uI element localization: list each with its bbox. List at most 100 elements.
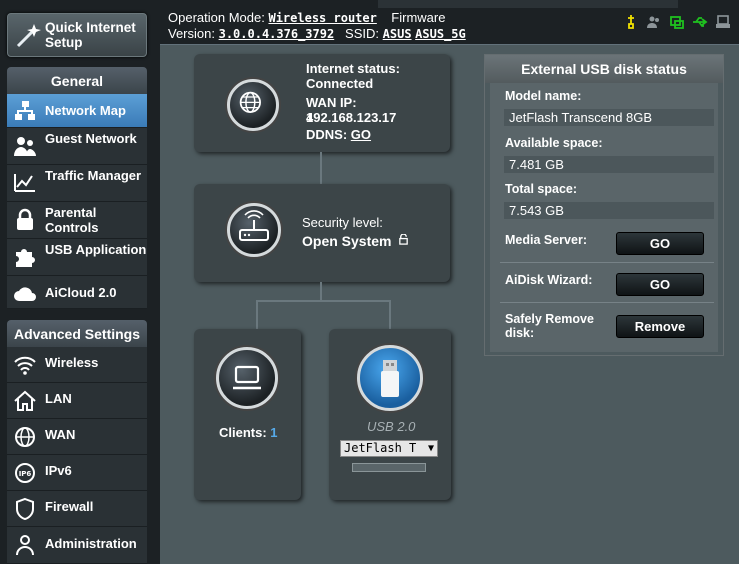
shield-icon — [16, 497, 34, 521]
sidebar-item-label: LAN — [45, 391, 72, 406]
ddns-line: DDNS: GO — [306, 127, 372, 142]
router-card[interactable]: Security level: Open System — [194, 184, 450, 282]
router-icon — [239, 210, 269, 241]
sidebar-item-wireless[interactable]: Wireless — [7, 347, 147, 383]
internet-status-value: Connected — [306, 76, 374, 91]
ipv6-icon: IP6 — [15, 463, 35, 483]
traffic-manager-icon — [14, 174, 35, 192]
internet-globe-button[interactable] — [227, 79, 279, 131]
svg-text:IP6: IP6 — [19, 470, 32, 478]
connector-line — [320, 282, 322, 301]
sidebar-item-label: Administration — [45, 536, 137, 551]
operation-mode-link[interactable]: Wireless router — [268, 11, 376, 25]
clients-line: Clients: 1 — [219, 425, 278, 440]
operation-mode-label: Operation Mode: — [168, 10, 265, 25]
wan-ip-wrap: 4 — [306, 110, 314, 125]
sidebar-item-wan[interactable]: WAN — [7, 419, 147, 455]
model-name-label: Model name: — [505, 89, 582, 103]
unlock-icon — [399, 233, 409, 245]
clients-icon[interactable] — [646, 14, 662, 30]
clients-button[interactable] — [216, 347, 278, 409]
usb-panel-body: Model name: JetFlash Transcend 8GB Avail… — [490, 83, 718, 352]
sidebar-item-parental-controls[interactable]: Parental Controls — [7, 202, 147, 239]
sidebar-item-label: AiCloud 2.0 — [45, 285, 117, 300]
sidebar-item-lan[interactable]: LAN — [7, 383, 147, 419]
media-server-go-button[interactable]: GO — [616, 232, 704, 255]
chevron-down-icon: ▼ — [427, 443, 434, 454]
usb-select-value: JetFlash T — [344, 441, 417, 455]
version-label: Version: — [168, 26, 215, 41]
firmware-version-link[interactable]: 3.0.0.4.376_3792 — [219, 27, 335, 41]
internet-status-card[interactable]: Internet status: Connected WAN IP: 192.1… — [194, 54, 450, 152]
divider — [500, 262, 714, 263]
router-admin-page: Quick Internet Setup General Network Map… — [0, 0, 739, 564]
sidebar-item-traffic-manager[interactable]: Traffic Manager — [7, 165, 147, 202]
globe-icon — [239, 91, 261, 113]
lock-icon — [17, 208, 33, 230]
clients-card[interactable]: Clients: 1 — [194, 329, 301, 500]
person-icon — [16, 535, 34, 556]
usb-device-card[interactable]: USB 2.0 — [329, 329, 451, 500]
sidebar-item-label: WAN — [45, 427, 76, 442]
status-icons — [623, 14, 731, 32]
connector-line — [389, 300, 391, 330]
sidebar-item-label: Guest Network — [45, 131, 137, 146]
sidebar-item-label: Parental Controls — [45, 205, 99, 235]
wan-ip-line: WAN IP: 192.168.123.17 — [306, 95, 397, 125]
available-space-label: Available space: — [505, 136, 603, 150]
top-tab-strip — [378, 0, 678, 8]
router-button[interactable] — [227, 203, 281, 257]
media-server-label: Media Server: — [505, 233, 587, 247]
usb-device-select[interactable]: JetFlash T ▼ — [340, 440, 438, 457]
usb-panel-title: External USB disk status — [485, 55, 723, 83]
ssid-label: SSID: — [345, 26, 380, 41]
clients-count[interactable]: 1 — [270, 425, 277, 440]
ssid-5g-link[interactable]: ASUS_5G — [415, 27, 466, 41]
cloud-icon — [14, 287, 36, 301]
internet-status-label: Internet status: — [306, 61, 400, 76]
sidebar-item-administration[interactable]: Administration — [7, 527, 147, 564]
sidebar-item-usb-application[interactable]: USB Application — [7, 239, 147, 276]
puzzle-icon — [16, 249, 35, 267]
available-space-value: 7.481 GB — [504, 156, 714, 173]
operation-mode-line: Operation Mode: Wireless router Firmware — [168, 10, 445, 25]
aidisk-wizard-go-button[interactable]: GO — [616, 273, 704, 296]
guest-network-icon — [14, 137, 36, 156]
ddns-go-link[interactable]: GO — [351, 127, 371, 142]
usb-drive-button[interactable] — [357, 345, 423, 411]
sidebar-item-network-map[interactable]: Network Map — [7, 94, 147, 128]
connector-line — [256, 300, 390, 302]
usb-version-label: USB 2.0 — [367, 419, 416, 434]
sidebar-item-label: Traffic Manager — [45, 168, 142, 183]
usb-drive-icon — [381, 360, 399, 397]
sidebar-item-guest-network[interactable]: Guest Network — [7, 128, 147, 165]
usb-status-icon[interactable] — [623, 14, 639, 30]
globe-icon — [15, 427, 35, 447]
sidebar-item-aicloud[interactable]: AiCloud 2.0 — [7, 276, 147, 309]
printer-icon[interactable] — [715, 14, 731, 30]
security-level-value: Open System — [302, 233, 409, 249]
ssid-2g-link[interactable]: ASUS — [383, 27, 412, 41]
usb-connected-icon[interactable] — [692, 14, 708, 30]
network-map-icon — [15, 101, 35, 120]
quick-internet-setup-button[interactable]: Quick Internet Setup — [7, 13, 147, 57]
computer-icon — [233, 365, 261, 390]
safely-remove-label: Safely Remove — [505, 312, 594, 326]
sidebar-item-firewall[interactable]: Firewall — [7, 491, 147, 527]
advanced-settings-head: Advanced Settings — [7, 320, 147, 348]
safely-remove-label-2: disk: — [505, 326, 535, 340]
sidebar: Quick Internet Setup General Network Map… — [0, 0, 155, 564]
connector-line — [320, 152, 322, 185]
sidebar-item-ipv6[interactable]: IP6 IPv6 — [7, 455, 147, 491]
version-line: Version: 3.0.0.4.376_3792 SSID: ASUS ASU… — [168, 26, 466, 41]
quick-setup-label: Quick Internet Setup — [45, 20, 136, 50]
total-space-label: Total space: — [505, 182, 578, 196]
house-icon — [14, 390, 36, 411]
sidebar-item-label: USB Application — [45, 242, 147, 257]
connector-line — [256, 300, 258, 330]
wifi-status-icon[interactable] — [669, 14, 685, 30]
sidebar-item-label: Network Map — [45, 103, 126, 118]
security-level-label: Security level: — [302, 215, 383, 230]
remove-disk-button[interactable]: Remove — [616, 315, 704, 338]
usb-usage-bar — [352, 463, 426, 472]
